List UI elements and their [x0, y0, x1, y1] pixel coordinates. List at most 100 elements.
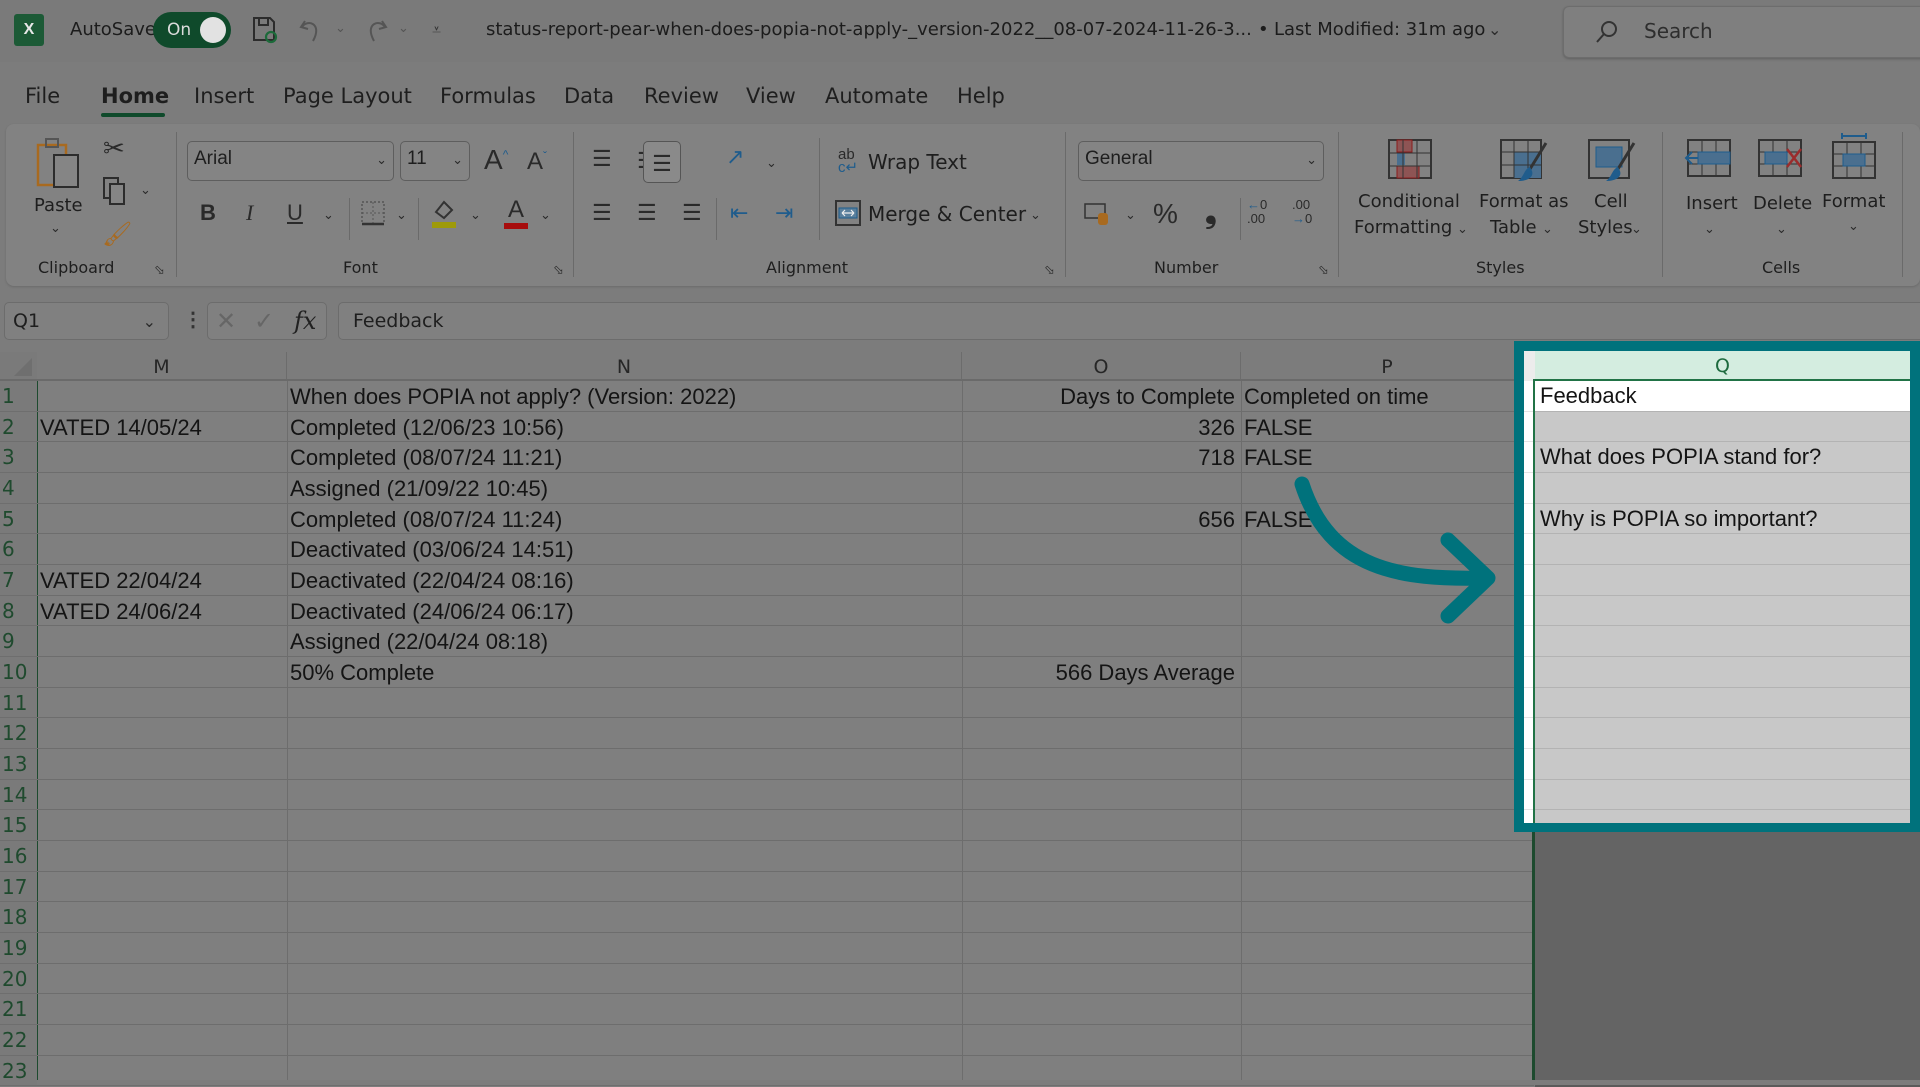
cell-q5[interactable]: Why is POPIA so important? — [1535, 503, 1910, 535]
row-header-10[interactable]: 10 — [0, 657, 37, 688]
cell-p2[interactable]: FALSE — [1244, 413, 1312, 443]
format-as-table-dropdown-icon[interactable]: ⌄ — [1542, 221, 1553, 237]
cell-o10[interactable]: 566 Days Average — [962, 658, 1235, 688]
cut-icon[interactable]: ✂ — [103, 133, 125, 164]
number-format-select[interactable]: General ⌄ — [1078, 141, 1324, 181]
tab-data[interactable]: Data — [564, 84, 614, 108]
row-header-16[interactable]: 16 — [0, 841, 37, 872]
tab-home[interactable]: Home — [101, 84, 169, 108]
orientation-dropdown-icon[interactable]: ⌄ — [766, 155, 777, 171]
font-launcher-icon[interactable]: ⬂ — [553, 262, 564, 278]
cell-o5[interactable]: 656 — [962, 505, 1235, 535]
row-header-5[interactable]: 5 — [0, 503, 37, 535]
bottom-align-button[interactable]: ☰ — [643, 141, 681, 183]
enter-icon[interactable]: ✓ — [254, 307, 274, 336]
more-options-icon[interactable]: ⋮ — [183, 307, 203, 332]
cell-q10[interactable] — [1535, 657, 1910, 688]
cell-o2[interactable]: 326 — [962, 413, 1235, 443]
wrap-text-button[interactable]: Wrap Text — [868, 150, 967, 174]
row-header-18[interactable]: 18 — [0, 902, 37, 934]
formula-input[interactable]: Feedback — [338, 302, 1920, 340]
copy-dropdown-icon[interactable]: ⌄ — [140, 182, 151, 198]
cell-styles-icon[interactable] — [1588, 139, 1636, 183]
conditional-formatting-label-2[interactable]: Formatting — [1354, 217, 1452, 238]
cell-o1[interactable]: Days to Complete — [962, 382, 1235, 412]
row-header-21[interactable]: 21 — [0, 994, 37, 1026]
row-header-9[interactable]: 9 — [0, 626, 37, 657]
tab-view[interactable]: View — [746, 84, 796, 108]
cell-q8[interactable] — [1535, 595, 1910, 627]
tab-insert[interactable]: Insert — [194, 84, 254, 108]
paste-icon[interactable] — [34, 135, 84, 195]
fill-color-dropdown-icon[interactable]: ⌄ — [470, 207, 481, 223]
row-header-19[interactable]: 19 — [0, 933, 37, 964]
autosave-toggle[interactable]: On — [153, 12, 231, 48]
chevron-down-icon[interactable]: ⌄ — [1488, 20, 1501, 40]
column-header-n[interactable]: N — [287, 352, 962, 381]
comma-style-button[interactable]: ❟ — [1205, 196, 1217, 230]
row-header-17[interactable]: 17 — [0, 871, 37, 903]
cell-q11[interactable] — [1535, 687, 1910, 719]
row-header-15[interactable]: 15 — [0, 810, 37, 842]
conditional-formatting-icon[interactable] — [1388, 139, 1432, 179]
row-header-12[interactable]: 12 — [0, 718, 37, 749]
merge-dropdown-icon[interactable]: ⌄ — [1030, 207, 1041, 223]
insert-cells-button[interactable]: Insert — [1686, 193, 1738, 214]
clipboard-launcher-icon[interactable]: ⬂ — [154, 262, 165, 278]
cell-q13[interactable] — [1535, 749, 1910, 780]
cell-q4[interactable] — [1535, 473, 1910, 504]
conditional-formatting-label-1[interactable]: Conditional — [1358, 191, 1460, 212]
paste-button[interactable]: Paste — [34, 195, 83, 216]
cell-q1[interactable]: Feedback — [1535, 381, 1910, 412]
font-color-dropdown-icon[interactable]: ⌄ — [540, 207, 551, 223]
file-name[interactable]: status-report-pear-when-does-popia-not-a… — [486, 19, 1252, 40]
grow-font-button[interactable]: A^ — [484, 144, 508, 176]
delete-cells-icon[interactable] — [1757, 139, 1805, 179]
cell-q9[interactable] — [1535, 626, 1910, 658]
search-input[interactable]: Search — [1563, 6, 1920, 58]
redo-dropdown-icon[interactable]: ⌄ — [398, 20, 409, 36]
cell-p1[interactable]: Completed on time — [1244, 382, 1429, 412]
alignment-launcher-icon[interactable]: ⬂ — [1044, 262, 1055, 278]
tab-page-layout[interactable]: Page Layout — [283, 84, 412, 108]
tab-automate[interactable]: Automate — [825, 84, 928, 108]
underline-button[interactable]: U — [287, 200, 303, 226]
row-header-7[interactable]: 7 — [0, 565, 37, 596]
customize-toolbar-icon[interactable]: ⩡ — [432, 22, 441, 40]
merge-center-button[interactable]: Merge & Center — [868, 202, 1026, 226]
decrease-indent-icon[interactable]: ⇤ — [730, 200, 748, 226]
cell-n10[interactable]: 50% Complete — [290, 658, 434, 688]
wrap-text-icon[interactable]: ab c↵ — [838, 147, 858, 175]
select-all-button[interactable] — [0, 352, 37, 381]
row-header-22[interactable]: 22 — [0, 1025, 37, 1056]
increase-indent-icon[interactable]: ⇥ — [775, 200, 793, 226]
align-right-icon[interactable]: ☰ — [682, 200, 702, 226]
cell-n3[interactable]: Completed (08/07/24 11:21) — [290, 443, 562, 473]
tab-help[interactable]: Help — [957, 84, 1005, 108]
cell-n4[interactable]: Assigned (21/09/22 10:45) — [290, 474, 548, 504]
column-header-m[interactable]: M — [37, 352, 287, 381]
format-as-table-label-2[interactable]: Table — [1490, 217, 1537, 238]
borders-icon[interactable] — [360, 200, 386, 226]
insert-function-icon[interactable]: fx — [294, 307, 316, 335]
cell-m8[interactable]: VATED 24/06/24 — [40, 597, 202, 627]
cell-q15[interactable] — [1535, 810, 1910, 823]
fill-color-icon[interactable] — [430, 198, 458, 228]
name-box[interactable]: Q1 ⌄ — [4, 302, 169, 340]
shrink-font-button[interactable]: Aˇ — [527, 148, 547, 176]
cell-q2[interactable] — [1535, 411, 1910, 443]
cell-q3[interactable]: What does POPIA stand for? — [1535, 442, 1910, 474]
tab-review[interactable]: Review — [644, 84, 719, 108]
format-dropdown-icon[interactable]: ⌄ — [1848, 218, 1859, 234]
tab-formulas[interactable]: Formulas — [440, 84, 536, 108]
cancel-icon[interactable]: ✕ — [216, 307, 236, 336]
font-name-select[interactable]: Arial ⌄ — [187, 141, 394, 181]
undo-icon[interactable] — [297, 15, 327, 45]
accounting-dropdown-icon[interactable]: ⌄ — [1125, 207, 1136, 223]
cell-m2[interactable]: VATED 14/05/24 — [40, 413, 202, 443]
format-cells-icon[interactable] — [1830, 133, 1878, 179]
tab-file[interactable]: File — [25, 84, 60, 108]
row-header-4[interactable]: 4 — [0, 473, 37, 504]
cell-q6[interactable] — [1535, 534, 1910, 566]
row-header-13[interactable]: 13 — [0, 749, 37, 780]
